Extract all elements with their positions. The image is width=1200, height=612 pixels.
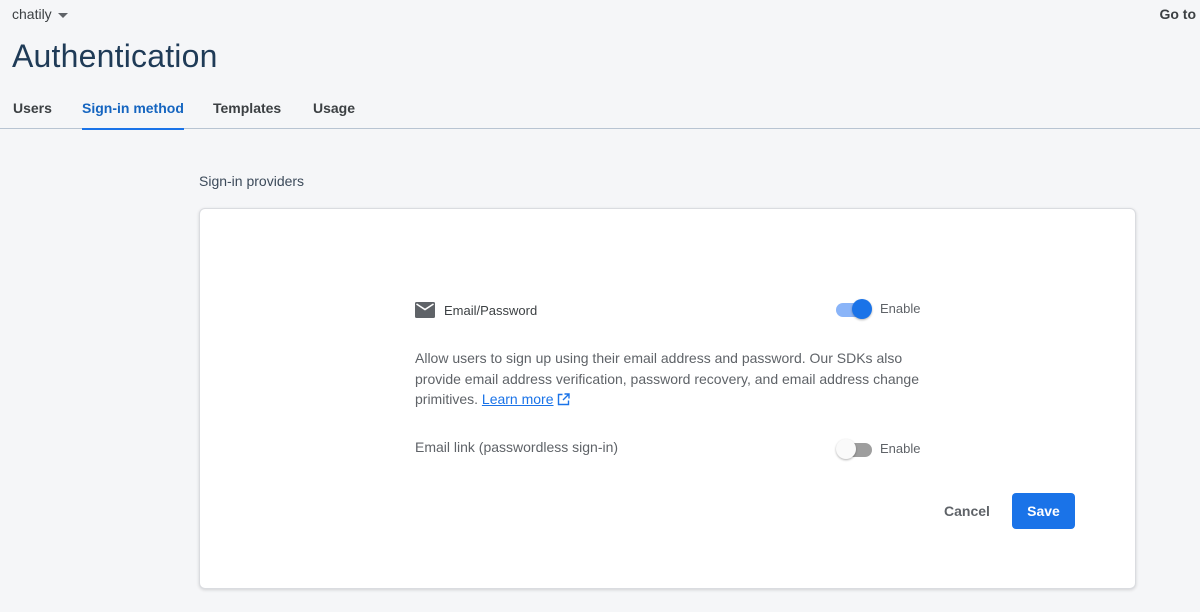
tab-users[interactable]: Users bbox=[13, 100, 52, 128]
email-password-enable-toggle[interactable] bbox=[836, 299, 872, 319]
learn-more-link[interactable]: Learn more bbox=[482, 391, 570, 407]
email-password-enable-label: Enable bbox=[880, 301, 921, 316]
email-link-enable-label: Enable bbox=[880, 441, 921, 456]
learn-more-label: Learn more bbox=[481, 391, 554, 407]
email-link-label: Email link (passwordless sign-in) bbox=[415, 439, 619, 455]
page-title: Authentication bbox=[12, 38, 218, 74]
save-button[interactable]: Save bbox=[1012, 493, 1075, 529]
toggle-thumb bbox=[852, 299, 872, 319]
mail-icon bbox=[415, 302, 435, 318]
tab-usage[interactable]: Usage bbox=[313, 100, 355, 128]
goto-button[interactable]: Go to bbox=[1159, 6, 1196, 22]
tab-templates[interactable]: Templates bbox=[213, 100, 281, 128]
tab-bar: Users Sign-in method Templates Usage bbox=[0, 88, 1200, 130]
provider-card: Email/Password Enable Allow users to sig… bbox=[199, 208, 1136, 589]
project-switcher[interactable]: chatily bbox=[12, 6, 68, 22]
external-link-icon bbox=[557, 393, 570, 406]
project-name: chatily bbox=[12, 6, 52, 22]
provider-name: Email/Password bbox=[444, 302, 538, 318]
toggle-thumb bbox=[836, 439, 856, 459]
email-link-enable-toggle[interactable] bbox=[836, 439, 874, 459]
provider-description: Allow users to sign up using their email… bbox=[415, 348, 925, 410]
cancel-button[interactable]: Cancel bbox=[934, 494, 1000, 528]
chevron-down-icon bbox=[57, 12, 68, 18]
tab-sign-in-method[interactable]: Sign-in method bbox=[82, 100, 184, 130]
section-label: Sign-in providers bbox=[199, 173, 305, 189]
